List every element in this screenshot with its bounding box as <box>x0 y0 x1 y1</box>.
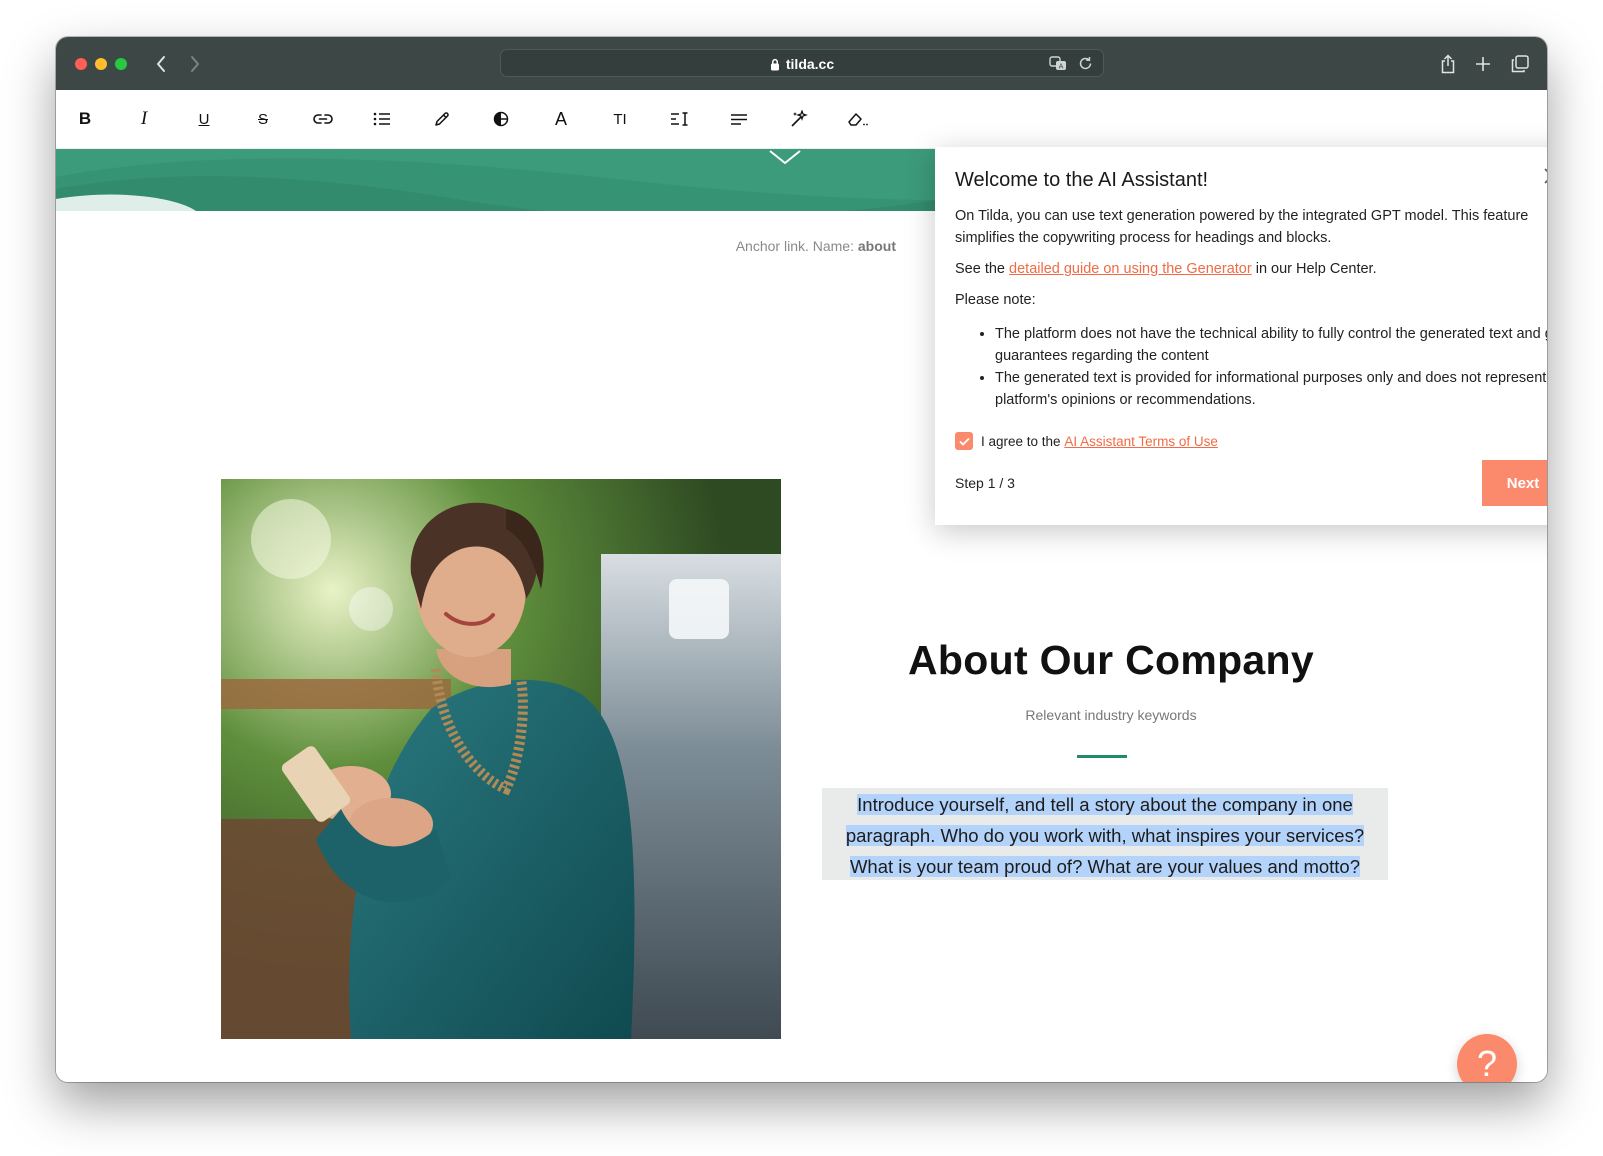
translate-icon[interactable]: A <box>1049 56 1067 76</box>
new-tab-icon[interactable] <box>1470 51 1496 77</box>
section-heading[interactable]: About Our Company <box>816 637 1406 684</box>
url-text: tilda.cc <box>785 56 835 72</box>
section-subheading[interactable]: Relevant industry keywords <box>816 707 1406 723</box>
formatting-toolbar: B I U S A TI ? <box>56 90 1547 169</box>
dialog-guide-line: See the detailed guide on using the Gene… <box>955 258 1547 280</box>
svg-text:A: A <box>1059 63 1064 71</box>
address-bar[interactable]: tilda.cc A <box>500 49 1104 77</box>
next-button[interactable]: Next <box>1482 460 1547 506</box>
italic-button[interactable]: I <box>130 105 158 133</box>
strikethrough-button[interactable]: S <box>249 105 277 133</box>
close-dialog-button[interactable] <box>1541 165 1547 187</box>
pencil-icon <box>435 112 449 126</box>
terms-agreement: I agree to the AI Assistant Terms of Use <box>955 432 1218 450</box>
guide-link[interactable]: detailed guide on using the Generator <box>1009 261 1252 277</box>
chevron-right-icon <box>191 56 199 72</box>
zoom-window-button[interactable] <box>115 58 127 70</box>
terms-link[interactable]: AI Assistant Terms of Use <box>1064 434 1218 449</box>
list-item: The generated text is provided for infor… <box>995 367 1547 411</box>
forward-button[interactable] <box>182 51 208 77</box>
bullet-list-icon <box>373 112 390 126</box>
bold-icon: B <box>78 109 92 128</box>
close-window-button[interactable] <box>75 58 87 70</box>
guide-suffix: in our Help Center. <box>1255 261 1377 277</box>
minimize-window-button[interactable] <box>95 58 107 70</box>
browser-titlebar: tilda.cc A <box>56 37 1547 90</box>
note-label: Please note: <box>955 292 1036 308</box>
chevron-down-icon[interactable] <box>768 149 802 167</box>
link-button[interactable] <box>309 105 337 133</box>
ai-assistant-dialog: Welcome to the AI Assistant! On Tilda, y… <box>935 147 1547 525</box>
tabs-overview-icon[interactable] <box>1507 51 1533 77</box>
terms-checkbox[interactable] <box>955 432 973 450</box>
accent-divider <box>1077 755 1127 758</box>
strikethrough-icon: S <box>257 110 268 128</box>
line-height-icon <box>671 112 688 126</box>
browser-window: tilda.cc A B I U S A TI Anchor link. Nam… <box>56 37 1547 1082</box>
reload-icon[interactable] <box>1078 56 1093 76</box>
eraser-icon <box>848 113 868 126</box>
dialog-intro: On Tilda, you can use text generation po… <box>955 208 1529 246</box>
ai-assistant-button[interactable] <box>785 105 813 133</box>
clear-format-button[interactable] <box>844 105 872 133</box>
lock-icon <box>770 58 779 70</box>
company-photo[interactable] <box>221 479 781 1039</box>
step-indicator: Step 1 / 3 <box>955 475 1015 491</box>
text-size-icon: TI <box>613 110 627 128</box>
anchor-link-label: Anchor link. Name: about <box>736 238 896 254</box>
notes-list: The platform does not have the technical… <box>955 323 1547 411</box>
line-height-button[interactable] <box>666 105 694 133</box>
anchor-name: about <box>857 238 896 254</box>
font-button[interactable]: A <box>547 105 575 133</box>
selected-text: Introduce yourself, and tell a story abo… <box>845 794 1365 877</box>
list-button[interactable] <box>368 105 396 133</box>
share-icon[interactable] <box>1435 51 1461 77</box>
contrast-icon <box>493 111 509 127</box>
dialog-title: Welcome to the AI Assistant! <box>955 169 1209 191</box>
font-size-button[interactable]: TI <box>606 105 634 133</box>
close-icon <box>1544 168 1547 184</box>
underline-icon: U <box>198 110 210 128</box>
link-icon <box>313 114 333 124</box>
highlight-button[interactable] <box>487 105 515 133</box>
sparkle-icon <box>791 110 808 127</box>
underline-button[interactable]: U <box>190 105 218 133</box>
italic-icon: I <box>140 108 148 129</box>
list-item: The platform does not have the technical… <box>995 323 1547 367</box>
back-button[interactable] <box>148 51 174 77</box>
section-paragraph[interactable]: Introduce yourself, and tell a story abo… <box>822 789 1388 882</box>
guide-prefix: See the <box>955 261 1005 277</box>
agree-prefix: I agree to the <box>981 433 1061 449</box>
align-icon <box>731 113 747 125</box>
align-button[interactable] <box>725 105 753 133</box>
anchor-prefix: Anchor link. Name: <box>735 238 854 254</box>
chevron-left-icon <box>157 56 165 72</box>
bold-button[interactable]: B <box>71 105 99 133</box>
checkmark-icon <box>958 437 970 446</box>
color-button[interactable] <box>428 105 456 133</box>
help-floating-button[interactable]: ? <box>1457 1034 1517 1082</box>
font-icon: A <box>554 108 567 129</box>
